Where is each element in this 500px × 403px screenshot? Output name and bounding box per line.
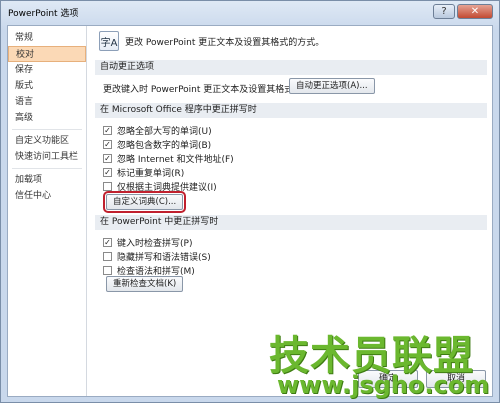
option-hide-errors[interactable]: 隐藏拼写和语法错误(S) xyxy=(103,250,211,263)
panel-header: 字A 更改 PowerPoint 更正文本及设置其格式的方式。 xyxy=(99,31,324,51)
checkbox[interactable] xyxy=(103,182,112,191)
checkbox[interactable]: ✓ xyxy=(103,238,112,247)
panel-description: 更改 PowerPoint 更正文本及设置其格式的方式。 xyxy=(125,37,325,48)
window-title: PowerPoint 选项 xyxy=(8,9,79,19)
sidebar-item-layout[interactable]: 版式 xyxy=(8,78,86,94)
checkbox[interactable]: ✓ xyxy=(103,154,112,163)
option-label: 仅根据主词典提供建议(I) xyxy=(117,183,217,193)
option-label: 隐藏拼写和语法错误(S) xyxy=(117,253,211,263)
option-main-dictionary-only[interactable]: 仅根据主词典提供建议(I) xyxy=(103,180,217,193)
sidebar-divider xyxy=(12,168,82,169)
checkbox[interactable]: ✓ xyxy=(103,140,112,149)
checkbox[interactable] xyxy=(103,252,112,261)
custom-dictionaries-button[interactable]: 自定义词典(C)... xyxy=(102,191,187,213)
watermark-url: www.jsgho.com xyxy=(277,371,490,399)
sidebar-item-customize-ribbon[interactable]: 自定义功能区 xyxy=(8,133,86,149)
section-office-spelling: 在 Microsoft Office 程序中更正拼写时 xyxy=(95,103,487,118)
section-autocorrect: 自动更正选项 xyxy=(95,60,487,75)
sidebar-item-trust-center[interactable]: 信任中心 xyxy=(8,188,86,204)
options-dialog: PowerPoint 选项 ? ✕ 常规 校对 保存 版式 语言 高级 自定义功… xyxy=(0,0,500,403)
proofing-icon: 字A xyxy=(99,31,119,51)
sidebar-divider xyxy=(12,129,82,130)
option-label: 标记重复单词(R) xyxy=(117,169,185,179)
checkbox[interactable]: ✓ xyxy=(103,168,112,177)
close-button[interactable]: ✕ xyxy=(457,4,493,19)
checkbox[interactable]: ✓ xyxy=(103,126,112,135)
recheck-document-button[interactable]: 重新检查文档(K) xyxy=(106,276,184,292)
option-ignore-uppercase[interactable]: ✓ 忽略全部大写的单词(U) xyxy=(103,124,212,137)
autocorrect-options-button[interactable]: 自动更正选项(A)... xyxy=(289,78,375,94)
help-button[interactable]: ? xyxy=(433,4,455,19)
sidebar-item-proofing[interactable]: 校对 xyxy=(8,46,86,62)
title-bar: PowerPoint 选项 ? ✕ xyxy=(1,1,499,23)
option-flag-repeated[interactable]: ✓ 标记重复单词(R) xyxy=(103,166,184,179)
option-check-spelling-typing[interactable]: ✓ 键入时检查拼写(P) xyxy=(103,236,192,249)
sidebar: 常规 校对 保存 版式 语言 高级 自定义功能区 快速访问工具栏 加载项 信任中… xyxy=(8,26,87,396)
option-label: 忽略包含数字的单词(B) xyxy=(117,141,212,151)
proofing-panel: 字A 更改 PowerPoint 更正文本及设置其格式的方式。 自动更正选项 更… xyxy=(95,26,487,356)
checkbox[interactable] xyxy=(103,266,112,275)
option-label: 忽略全部大写的单词(U) xyxy=(117,127,212,137)
sidebar-item-addins[interactable]: 加载项 xyxy=(8,172,86,188)
option-label: 忽略 Internet 和文件地址(F) xyxy=(117,155,234,165)
option-label: 键入时检查拼写(P) xyxy=(117,239,193,249)
option-ignore-internet[interactable]: ✓ 忽略 Internet 和文件地址(F) xyxy=(103,152,234,165)
sidebar-item-save[interactable]: 保存 xyxy=(8,62,86,78)
window-controls: ? ✕ xyxy=(433,4,493,19)
sidebar-item-advanced[interactable]: 高级 xyxy=(8,110,86,126)
section-ppt-spelling: 在 PowerPoint 中更正拼写时 xyxy=(95,215,487,230)
sidebar-item-general[interactable]: 常规 xyxy=(8,30,86,46)
sidebar-item-quick-access-toolbar[interactable]: 快速访问工具栏 xyxy=(8,149,86,165)
sidebar-item-language[interactable]: 语言 xyxy=(8,94,86,110)
option-ignore-numbers[interactable]: ✓ 忽略包含数字的单词(B) xyxy=(103,138,211,151)
watermark: 技术员联盟 www.jsgho.com xyxy=(269,323,499,403)
